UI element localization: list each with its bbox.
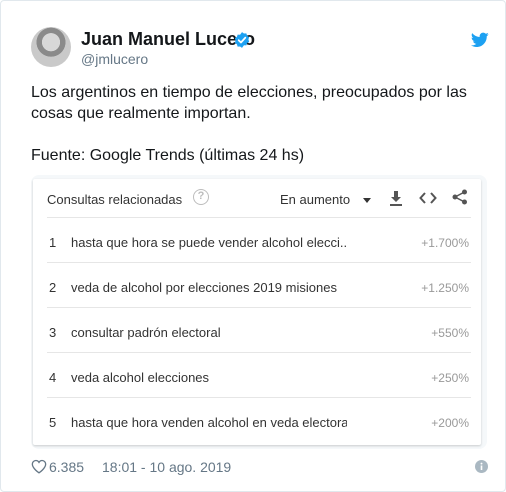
query-text[interactable]: hasta que hora se puede vender alcohol e… [71,235,347,250]
twitter-bird-icon[interactable] [471,32,489,48]
heart-icon[interactable] [31,459,47,474]
author-handle[interactable]: @jmlucero [81,51,148,67]
query-text[interactable]: consultar padrón electoral [71,325,221,340]
query-value: +250% [431,371,469,385]
query-text[interactable]: veda alcohol elecciones [71,370,209,385]
download-icon[interactable] [389,190,403,206]
share-icon[interactable] [452,189,468,205]
tweet-card: Juan Manuel Lucero @jmlucero Los argenti… [0,0,506,492]
query-text[interactable]: hasta que hora venden alcohol en veda el… [71,415,347,430]
query-text[interactable]: veda de alcohol por elecciones 2019 misi… [71,280,337,295]
query-value: +550% [431,326,469,340]
avatar[interactable] [31,27,71,67]
query-value: +1.700% [421,236,469,250]
query-rank: 3 [49,325,57,340]
query-value: +1.250% [421,281,469,295]
widget-header: Consultas relacionadas ? En aumento [33,179,481,217]
query-row[interactable]: 3 consultar padrón electoral +550% [47,307,471,352]
query-rank: 4 [49,370,57,385]
help-icon[interactable]: ? [193,189,209,205]
widget-title: Consultas relacionadas [47,192,183,207]
query-row[interactable]: 1 hasta que hora se puede vender alcohol… [47,217,471,262]
query-rank: 2 [49,280,57,295]
info-icon[interactable] [475,460,488,473]
query-value: +200% [431,416,469,430]
like-count[interactable]: 6.385 [49,459,84,475]
query-rank: 5 [49,415,57,430]
author-name[interactable]: Juan Manuel Lucero [81,29,255,50]
query-row[interactable]: 4 veda alcohol elecciones +250% [47,352,471,397]
dropdown-arrow-icon[interactable] [363,198,371,203]
tweet-text: Los argentinos en tiempo de elecciones, … [31,84,467,164]
query-row[interactable]: 5 hasta que hora venden alcohol en veda … [47,397,471,442]
related-queries-widget: Consultas relacionadas ? En aumento 1 ha… [33,179,481,445]
embed-code-icon[interactable] [419,190,437,206]
filter-select[interactable]: En aumento [280,192,350,207]
query-row[interactable]: 2 veda de alcohol por elecciones 2019 mi… [47,262,471,307]
timestamp-link[interactable]: 18:01 - 10 ago. 2019 [102,459,231,475]
google-trends-embed: Consultas relacionadas ? En aumento 1 ha… [31,175,487,449]
query-rank: 1 [49,235,57,250]
verified-badge-icon [234,32,250,48]
